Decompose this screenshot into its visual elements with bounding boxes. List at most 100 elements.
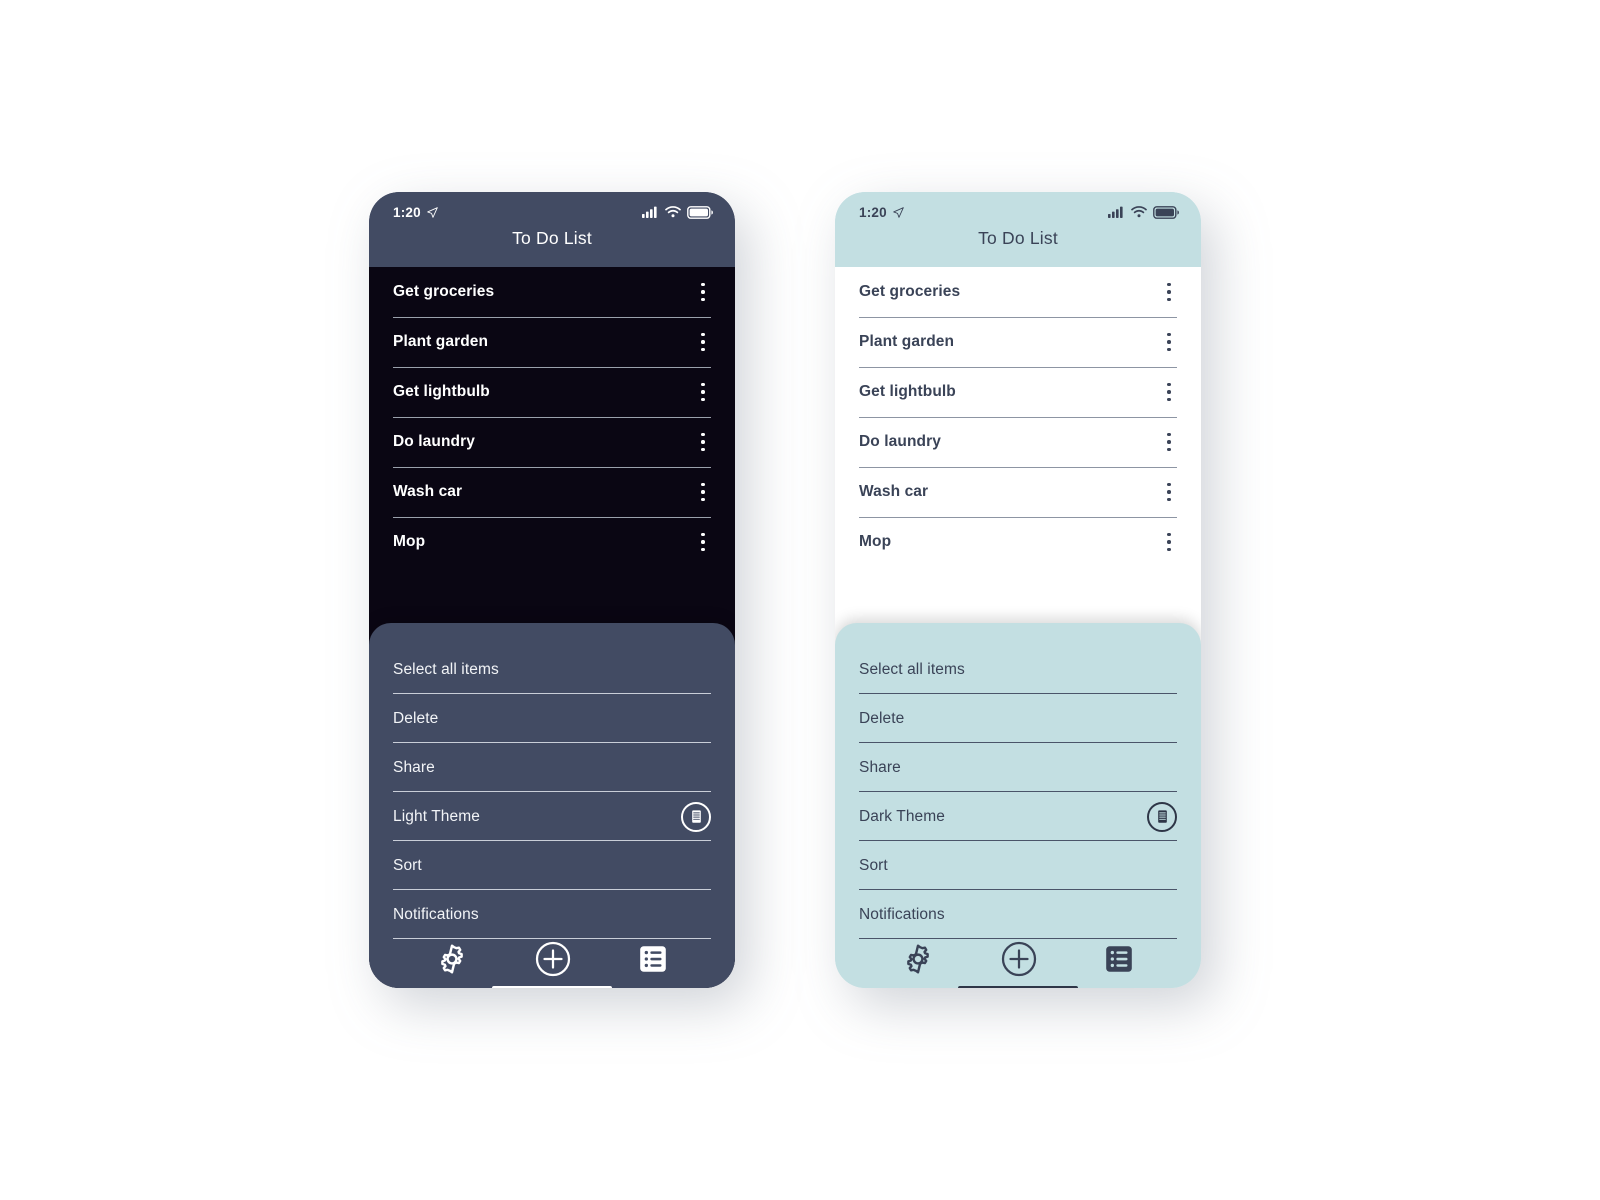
menu-item-share[interactable]: Share [393,743,711,792]
menu-item-select-all[interactable]: Select all items [859,645,1177,694]
menu-item-label: Delete [859,709,905,727]
page-title: To Do List [978,228,1058,248]
task-row[interactable]: Get groceries [393,267,711,317]
task-row[interactable]: Do laundry [393,417,711,467]
page-title: To Do List [512,228,592,248]
menu-item-label: Dark Theme [859,807,945,825]
cellular-signal-icon [642,206,657,218]
menu-item-label: Select all items [393,660,499,678]
add-task-button[interactable] [999,939,1039,979]
kebab-menu-icon[interactable] [695,329,711,356]
kebab-menu-icon[interactable] [1161,479,1177,506]
location-arrow-icon [427,206,438,218]
status-bar-left: 1:20 [393,205,438,220]
kebab-menu-icon[interactable] [695,379,711,406]
task-row[interactable]: Mop [393,517,711,567]
menu-item-delete[interactable]: Delete [859,694,1177,743]
task-label: Mop [393,533,426,550]
list-icon [1106,946,1132,972]
menu-item-label: Notifications [393,905,479,923]
task-row[interactable]: Plant garden [393,317,711,367]
task-row[interactable]: Wash car [393,467,711,517]
mockup-stage: 1:20 To Do List Get groceries Plant gard… [0,0,1600,1200]
task-label: Do laundry [393,433,475,450]
settings-nav-button[interactable] [435,942,469,976]
status-time: 1:20 [859,204,887,220]
kebab-menu-icon[interactable] [1161,329,1177,356]
task-label: Get lightbulb [393,383,490,400]
menu-item-notifications[interactable]: Notifications [859,890,1177,939]
menu-item-label: Light Theme [393,807,480,825]
status-bar-right [1108,205,1179,219]
bottom-nav-bar [369,939,735,988]
task-row[interactable]: Plant garden [859,317,1177,367]
task-label: Do laundry [859,433,941,450]
menu-item-sort[interactable]: Sort [859,841,1177,890]
kebab-menu-icon[interactable] [1161,279,1177,306]
menu-item-sort[interactable]: Sort [393,841,711,890]
task-row[interactable]: Get groceries [859,267,1177,317]
task-row[interactable]: Wash car [859,467,1177,517]
wifi-icon [1131,206,1147,218]
task-row[interactable]: Get lightbulb [859,367,1177,417]
phone-mockup-dark: 1:20 To Do List Get groceries Plant gard… [369,192,735,988]
bottom-nav-bar [835,939,1201,988]
kebab-menu-icon[interactable] [1161,429,1177,456]
menu-item-select-all[interactable]: Select all items [393,645,711,694]
menu-item-delete[interactable]: Delete [393,694,711,743]
task-row[interactable]: Do laundry [859,417,1177,467]
theme-switch-icon[interactable] [681,801,711,832]
gear-icon [441,944,463,974]
task-label: Wash car [393,483,463,500]
kebab-menu-icon[interactable] [1161,379,1177,406]
task-row[interactable]: Get lightbulb [393,367,711,417]
kebab-menu-icon[interactable] [1161,529,1177,556]
location-arrow-icon [893,206,904,218]
list-icon [640,946,666,972]
plus-circle-icon [1001,941,1037,977]
theme-switch-icon[interactable] [1147,801,1177,832]
menu-item-theme[interactable]: Light Theme [393,792,711,841]
plus-circle-icon [535,941,571,977]
status-time: 1:20 [393,204,421,220]
task-label: Plant garden [859,333,955,350]
options-menu-list: Select all items Delete Share Dark Theme [835,623,1201,939]
task-label: Get groceries [859,283,961,300]
status-bar: 1:20 [369,192,735,226]
phone-mockup-light: 1:20 To Do List Get groceries Plant gard… [835,192,1201,988]
app-title-bar: To Do List [369,226,735,267]
kebab-menu-icon[interactable] [695,479,711,506]
menu-item-label: Share [859,758,901,776]
battery-icon [687,205,713,219]
task-label: Wash car [859,483,929,500]
task-row[interactable]: Mop [859,517,1177,567]
menu-item-label: Sort [859,856,888,874]
add-task-button[interactable] [533,939,573,979]
task-list: Get groceries Plant garden Get lightbulb… [835,267,1201,988]
home-indicator [958,986,1078,988]
cellular-signal-icon [1108,206,1123,218]
status-bar-right [642,205,713,219]
wifi-icon [665,206,681,218]
battery-icon [1153,205,1179,219]
options-menu-sheet: Select all items Delete Share Dark Theme [835,623,1201,988]
phone-screen-light: 1:20 To Do List Get groceries Plant gard… [835,192,1201,988]
settings-nav-button[interactable] [901,942,935,976]
menu-item-notifications[interactable]: Notifications [393,890,711,939]
home-indicator [492,986,612,988]
kebab-menu-icon[interactable] [695,279,711,306]
menu-item-label: Sort [393,856,422,874]
list-view-button[interactable] [637,943,669,975]
task-label: Get lightbulb [859,383,956,400]
task-label: Get groceries [393,283,495,300]
menu-item-theme[interactable]: Dark Theme [859,792,1177,841]
menu-item-share[interactable]: Share [859,743,1177,792]
task-list: Get groceries Plant garden Get lightbulb… [369,267,735,988]
kebab-menu-icon[interactable] [695,529,711,556]
list-view-button[interactable] [1103,943,1135,975]
theme-switch-glyph [691,810,701,823]
options-menu-sheet: Select all items Delete Share Light Them… [369,623,735,988]
task-label: Plant garden [393,333,489,350]
app-title-bar: To Do List [835,226,1201,267]
kebab-menu-icon[interactable] [695,429,711,456]
